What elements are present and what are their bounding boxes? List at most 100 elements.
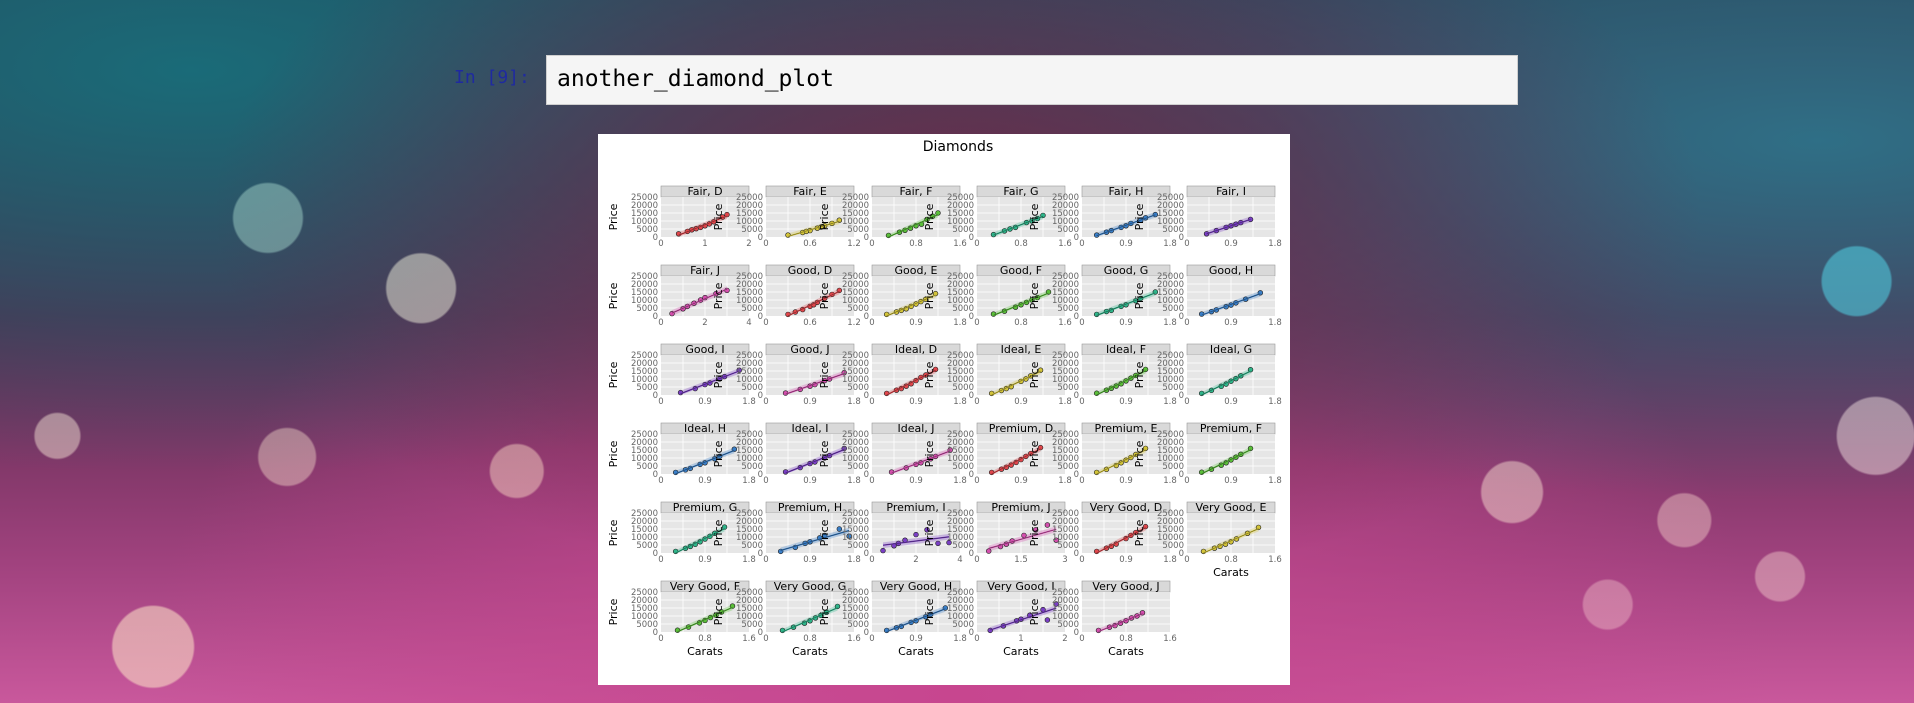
x-tick-label: 0.8 [1224, 555, 1238, 565]
x-tick-label: 0.9 [1224, 476, 1238, 486]
y-axis-label: Price [923, 440, 936, 467]
x-tick-label: 0 [974, 476, 979, 486]
data-point [885, 232, 892, 239]
y-tick-label: 25000 [736, 193, 763, 203]
x-tick-label: 1.6 [1268, 555, 1282, 565]
y-tick-label: 25000 [631, 588, 658, 598]
x-tick-label: 1.2 [847, 318, 861, 328]
x-tick-label: 4 [746, 318, 751, 328]
y-tick-label: 25000 [947, 272, 974, 282]
facet-label: Good, D [788, 264, 832, 277]
y-tick-label: 25000 [1157, 351, 1184, 361]
x-tick-label: 1.8 [1268, 239, 1282, 249]
x-tick-label: 0.9 [1014, 476, 1028, 486]
data-point [935, 540, 941, 547]
x-tick-label: 0 [1184, 397, 1189, 407]
facet-label: Ideal, H [684, 422, 726, 435]
x-tick-label: 0 [763, 634, 768, 644]
y-axis-label: Price [1028, 519, 1041, 546]
y-axis-label: Price [1028, 361, 1041, 388]
y-tick-label: 25000 [736, 272, 763, 282]
x-tick-label: 0 [974, 239, 979, 249]
y-axis-label: Price [607, 361, 620, 388]
facet-label: Very Good, I [987, 580, 1054, 593]
x-tick-label: 0 [1079, 239, 1084, 249]
y-axis-label: Price [712, 598, 725, 625]
y-tick-label: 25000 [842, 588, 869, 598]
facet-label: Good, E [895, 264, 938, 277]
facet-label: Ideal, D [895, 343, 937, 356]
x-tick-label: 0.9 [698, 555, 712, 565]
facet-label: Fair, E [793, 185, 827, 198]
facet-label: Fair, F [900, 185, 933, 198]
y-axis-label: Price [923, 519, 936, 546]
y-tick-label: 25000 [631, 430, 658, 440]
x-axis-label: Carats [898, 645, 934, 658]
x-axis-label: Carats [687, 645, 723, 658]
data-point [1044, 522, 1051, 528]
y-axis-label: Price [607, 598, 620, 625]
data-point [1044, 617, 1051, 623]
x-tick-label: 0.9 [1224, 239, 1238, 249]
facet-panel: Fair, D0500010000150002000025000Price0 1 2 [607, 185, 752, 249]
y-tick-label: 25000 [842, 272, 869, 282]
y-tick-label: 25000 [631, 509, 658, 519]
x-tick-label: 1.8 [1163, 318, 1177, 328]
data-point [1200, 548, 1207, 555]
y-axis-label: Price [818, 282, 831, 309]
x-tick-label: 0.9 [698, 397, 712, 407]
x-tick-label: 0 [763, 555, 768, 565]
x-tick-label: 1.8 [1163, 239, 1177, 249]
code-input[interactable]: another_diamond_plot [546, 55, 1518, 105]
x-tick-label: 0 [869, 239, 874, 249]
x-tick-label: 0 [658, 397, 663, 407]
data-point [986, 548, 992, 554]
data-point [1021, 532, 1027, 539]
y-tick-label: 25000 [1052, 509, 1079, 519]
x-tick-label: 2 [1062, 634, 1067, 644]
x-tick-label: 1.6 [1058, 318, 1072, 328]
x-tick-label: 0 [1184, 239, 1189, 249]
facet-label: Very Good, G [774, 580, 846, 593]
x-tick-label: 0.9 [909, 397, 923, 407]
y-axis-label: Price [1133, 440, 1146, 467]
data-point [988, 390, 995, 397]
y-axis-label: Price [607, 519, 620, 546]
y-axis-label: Price [1028, 203, 1041, 230]
x-tick-label: 0.9 [1119, 397, 1133, 407]
x-tick-label: 1.5 [1014, 555, 1028, 565]
x-tick-label: 0 [974, 397, 979, 407]
x-tick-label: 1.8 [1163, 397, 1177, 407]
x-tick-label: 0.8 [1014, 318, 1028, 328]
x-tick-label: 0 [763, 397, 768, 407]
facet-label: Premium, E [1095, 422, 1158, 435]
x-tick-label: 0.6 [803, 239, 817, 249]
facet-label: Good, H [1209, 264, 1253, 277]
x-tick-label: 0.9 [803, 476, 817, 486]
facet-label: Premium, H [778, 501, 842, 514]
x-tick-label: 1.8 [953, 634, 967, 644]
x-tick-label: 0 [1079, 476, 1084, 486]
x-tick-label: 0 [1184, 555, 1189, 565]
x-tick-label: 1.6 [1058, 239, 1072, 249]
facet-label: Very Good, J [1092, 580, 1159, 593]
y-axis-label: Price [818, 598, 831, 625]
x-tick-label: 0 [1079, 397, 1084, 407]
y-tick-label: 25000 [947, 430, 974, 440]
x-tick-label: 0 [1079, 318, 1084, 328]
y-tick-label: 25000 [736, 430, 763, 440]
x-tick-label: 0 [763, 476, 768, 486]
data-point [880, 547, 886, 554]
x-tick-label: 1.8 [1268, 318, 1282, 328]
x-tick-label: 0.9 [1119, 239, 1133, 249]
facet-label: Premium, F [1200, 422, 1262, 435]
x-tick-label: 1.6 [1163, 634, 1177, 644]
y-tick-label: 25000 [1157, 272, 1184, 282]
y-axis-label: Price [607, 282, 620, 309]
x-tick-label: 1.8 [742, 397, 756, 407]
y-axis-label: Price [923, 361, 936, 388]
y-tick-label: 25000 [736, 509, 763, 519]
x-tick-label: 0 [974, 555, 979, 565]
x-tick-label: 2 [913, 555, 918, 565]
x-tick-label: 0.9 [803, 397, 817, 407]
